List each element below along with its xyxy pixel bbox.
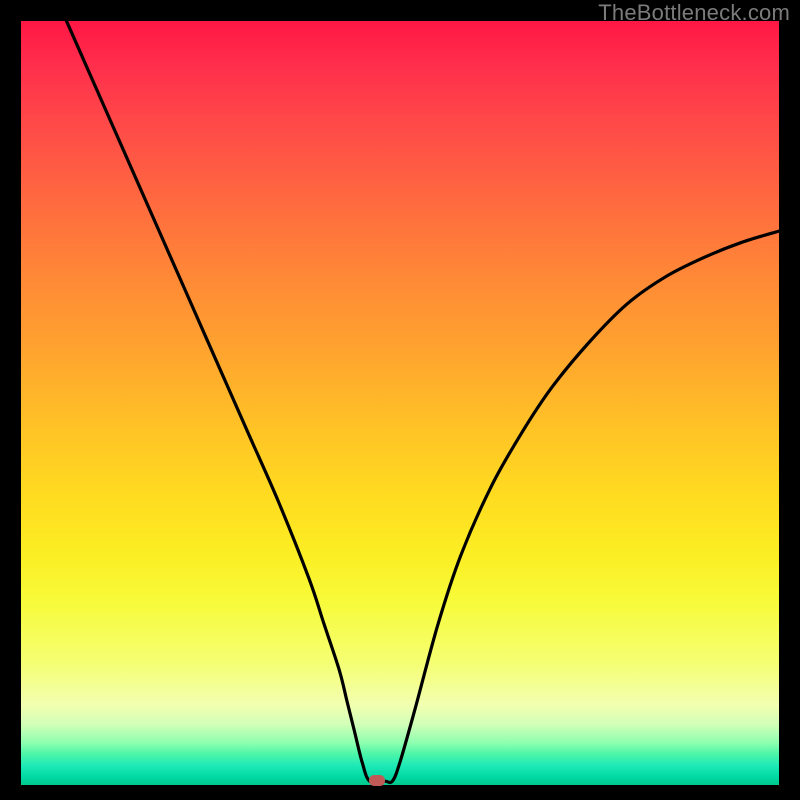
bottleneck-curve [21, 21, 779, 785]
plot-area [21, 21, 779, 785]
optimum-marker [369, 775, 385, 786]
chart-frame: TheBottleneck.com [0, 0, 800, 800]
watermark-text: TheBottleneck.com [598, 0, 790, 26]
